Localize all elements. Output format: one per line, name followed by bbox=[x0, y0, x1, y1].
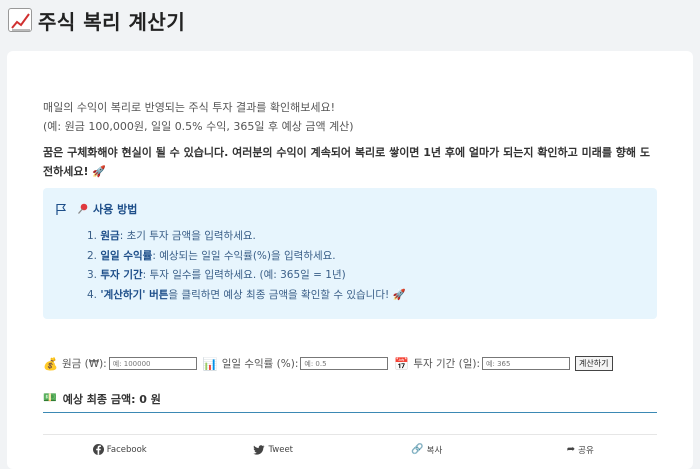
item-keyword: 일일 수익률 bbox=[100, 249, 153, 262]
page-title: 주식 복리 계산기 bbox=[38, 9, 186, 34]
twitter-bird-icon bbox=[253, 444, 265, 455]
rate-input[interactable] bbox=[300, 357, 389, 370]
how-to-use-title: 사용 방법 bbox=[93, 203, 138, 216]
list-item: 3. 투자 기간: 투자 일수를 입력하세요. (예: 365일 = 1년) bbox=[87, 266, 406, 286]
how-to-use-box: 사용 방법 1. 원금: 초기 투자 금액을 입력하세요. 2. 일일 수익률:… bbox=[43, 188, 657, 319]
days-label: 투자 기간 (일): bbox=[413, 358, 481, 370]
days-input[interactable] bbox=[482, 357, 571, 370]
item-text: : 예상되는 일일 수익률(%)을 입력하세요. bbox=[152, 249, 336, 262]
copy-link-button[interactable]: 🔗 복사 bbox=[350, 444, 504, 456]
item-number: 2. bbox=[87, 249, 98, 262]
tweet-label: Tweet bbox=[268, 444, 294, 455]
money-bag-icon: 💰 bbox=[43, 356, 58, 371]
calendar-icon: 📅 bbox=[394, 356, 410, 371]
money-icon: 💵 bbox=[43, 391, 57, 404]
bar-chart-icon: 📊 bbox=[202, 356, 218, 371]
facebook-icon bbox=[92, 444, 104, 455]
facebook-share-button[interactable]: Facebook bbox=[43, 444, 197, 455]
tweet-button[interactable]: Tweet bbox=[197, 445, 351, 455]
calculator-card: 매일의 수익이 복리로 반영되는 주식 투자 결과를 확인해보세요! (예: 원… bbox=[7, 51, 693, 469]
item-keyword: 투자 기간 bbox=[100, 269, 143, 281]
how-to-use-list: 1. 원금: 초기 투자 금액을 입력하세요. 2. 일일 수익률: 예상되는 … bbox=[87, 227, 406, 305]
pushpin-icon bbox=[78, 203, 88, 214]
share-arrow-icon: ➦ bbox=[566, 444, 576, 455]
chart-increasing-icon bbox=[8, 8, 32, 32]
item-text: : 초기 투자 금액을 입력하세요. bbox=[119, 230, 256, 242]
share-bar: Facebook Tweet 🔗 복사 ➦ 공유 bbox=[43, 434, 657, 464]
item-keyword: '계산하기' 버튼 bbox=[100, 288, 169, 301]
item-number: 3. bbox=[87, 269, 98, 281]
motivation-body: 꿈은 구체화해야 현실이 될 수 있습니다. 여러분의 수익이 계속되어 복리로… bbox=[43, 146, 651, 178]
result-display: 💵 예상 최종 금액: 0 원 bbox=[43, 391, 657, 413]
item-keyword: 원금 bbox=[100, 230, 120, 242]
item-text: : 투자 일수를 입력하세요. (예: 365일 = 1년) bbox=[142, 269, 346, 281]
item-text: 을 클릭하면 예상 최종 금액을 확인할 수 있습니다! 🚀 bbox=[168, 288, 406, 301]
list-item: 4. '계산하기' 버튼을 클릭하면 예상 최종 금액을 확인할 수 있습니다!… bbox=[87, 286, 406, 306]
share-label: 공유 bbox=[578, 445, 594, 456]
list-item: 2. 일일 수익률: 예상되는 일일 수익률(%)을 입력하세요. bbox=[87, 247, 406, 267]
how-to-use-header: 사용 방법 bbox=[55, 201, 137, 217]
share-button[interactable]: ➦ 공유 bbox=[504, 444, 658, 456]
intro-line-1: 매일의 수익이 복리로 반영되는 주식 투자 결과를 확인해보세요! bbox=[43, 101, 336, 114]
rocket-icon: 🚀 bbox=[92, 165, 107, 178]
flag-icon bbox=[56, 203, 67, 215]
intro-text: 매일의 수익이 복리로 반영되는 주식 투자 결과를 확인해보세요! (예: 원… bbox=[43, 98, 354, 136]
principal-input[interactable] bbox=[108, 357, 197, 370]
item-number: 4. bbox=[87, 288, 98, 301]
motivation-text: 꿈은 구체화해야 현실이 될 수 있습니다. 여러분의 수익이 계속되어 복리로… bbox=[43, 143, 655, 181]
list-item: 1. 원금: 초기 투자 금액을 입력하세요. bbox=[87, 227, 406, 247]
copy-label: 복사 bbox=[426, 445, 443, 456]
facebook-label: Facebook bbox=[106, 444, 147, 455]
principal-label: 원금 (₩): bbox=[61, 358, 107, 370]
item-number: 1. bbox=[87, 230, 98, 242]
result-text: 예상 최종 금액: 0 원 bbox=[62, 393, 161, 406]
calculator-form: 💰 원금 (₩): 📊 일일 수익률 (%): 📅 투자 기간 (일): 계산하… bbox=[43, 356, 613, 371]
intro-line-2: (예: 원금 100,000원, 일일 0.5% 수익, 365일 후 예상 금… bbox=[43, 120, 354, 133]
page-header: 주식 복리 계산기 bbox=[8, 6, 185, 34]
rate-label: 일일 수익률 (%): bbox=[221, 358, 299, 370]
calculate-button[interactable]: 계산하기 bbox=[575, 356, 613, 371]
link-icon: 🔗 bbox=[411, 444, 424, 455]
